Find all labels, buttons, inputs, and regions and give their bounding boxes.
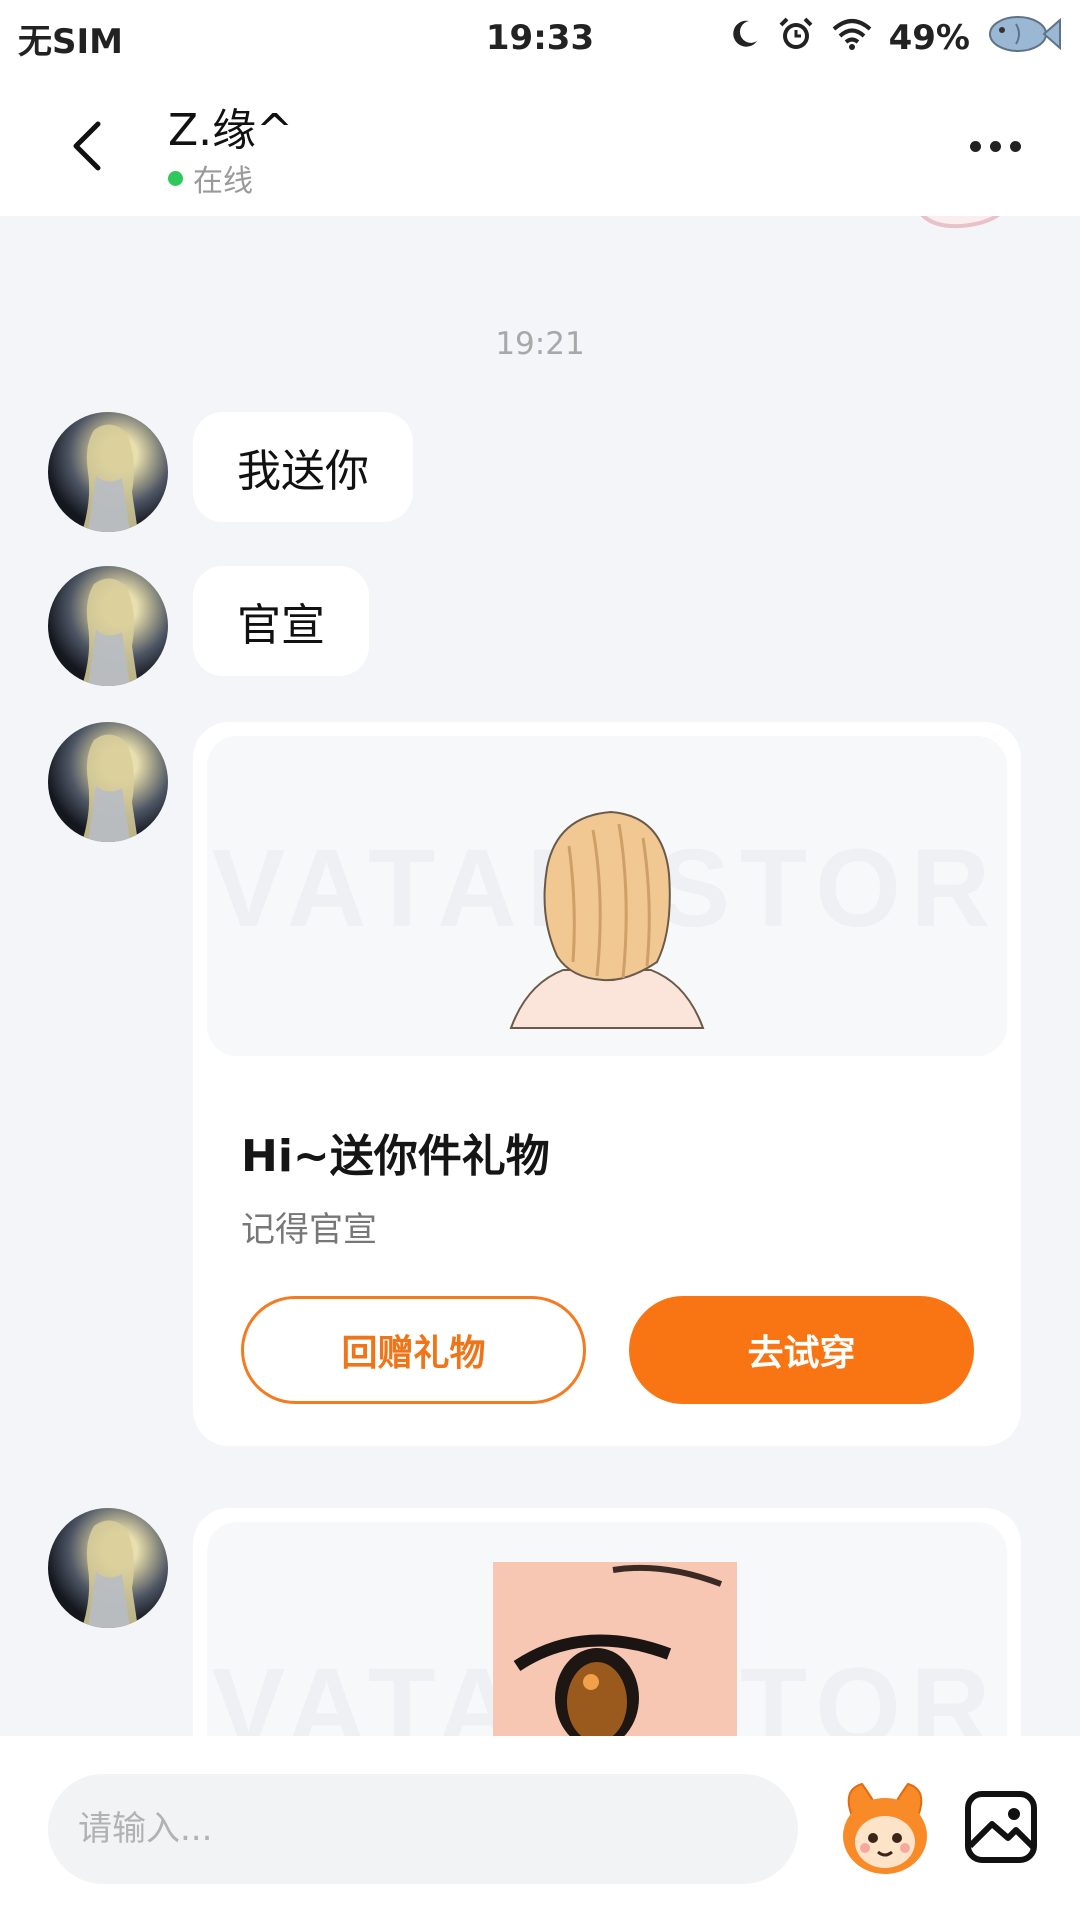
chevron-left-icon	[73, 121, 101, 171]
fish-icon	[986, 10, 1062, 67]
gift-card-description: 记得官宣	[241, 1210, 377, 1250]
online-dot-icon	[168, 170, 183, 186]
avatar[interactable]	[48, 566, 168, 686]
sticker-peek-image	[920, 216, 1001, 229]
more-dot-icon	[1009, 140, 1021, 152]
battery-label: 49%	[888, 18, 970, 58]
status-icons: 49%	[727, 10, 1062, 67]
message-text: 官宣	[237, 600, 325, 651]
wifi-icon	[831, 17, 873, 60]
image-icon	[965, 1791, 1037, 1863]
gift-card[interactable]: AVATAR STORE Hi~送你件礼物 记得官宣 回赠礼物 去试穿	[193, 722, 1021, 1446]
message-timestamp: 19:21	[495, 326, 585, 362]
avatar[interactable]	[48, 722, 168, 842]
input-bar	[0, 1736, 1080, 1920]
alarm-icon	[777, 15, 815, 62]
moon-icon	[727, 17, 761, 60]
return-gift-button[interactable]: 回赠礼物	[241, 1296, 586, 1404]
avatar[interactable]	[48, 412, 168, 532]
mascot-icon	[843, 1782, 927, 1874]
mascot-sticker-button[interactable]	[832, 1776, 938, 1882]
gift-card-title: Hi~送你件礼物	[241, 1131, 550, 1182]
gift-preview[interactable]: AVATAR STORE	[207, 1522, 1007, 1736]
more-dot-icon	[969, 140, 981, 152]
chat-header: Z.缘^ 在线	[0, 76, 1080, 216]
back-button[interactable]	[48, 106, 128, 186]
chat-area[interactable]: 19:21 我送你 官宣 AVATAR STORE Hi~送你件礼物 记得官宣 …	[0, 216, 1080, 1736]
gift-card[interactable]: AVATAR STORE	[193, 1508, 1021, 1736]
carrier-label: 无SIM	[18, 21, 123, 62]
online-status: 在线	[168, 156, 253, 200]
more-dot-icon	[989, 140, 1001, 152]
more-button[interactable]	[960, 116, 1030, 176]
message-text: 我送你	[237, 446, 369, 497]
online-status-label: 在线	[193, 164, 253, 199]
hairstyle-image	[509, 810, 705, 1029]
message-input[interactable]	[48, 1774, 798, 1884]
message-bubble[interactable]: 我送你	[193, 412, 413, 522]
eye-makeup-image	[493, 1562, 737, 1736]
message-bubble[interactable]: 官宣	[193, 566, 369, 676]
avatar[interactable]	[48, 1508, 168, 1628]
gift-preview[interactable]: AVATAR STORE	[207, 736, 1007, 1056]
try-on-button[interactable]: 去试穿	[629, 1296, 974, 1404]
status-bar: 无SIM 19:33 49%	[0, 0, 1080, 76]
contact-name[interactable]: Z.缘^	[168, 94, 293, 158]
image-picker-button[interactable]	[958, 1784, 1048, 1874]
